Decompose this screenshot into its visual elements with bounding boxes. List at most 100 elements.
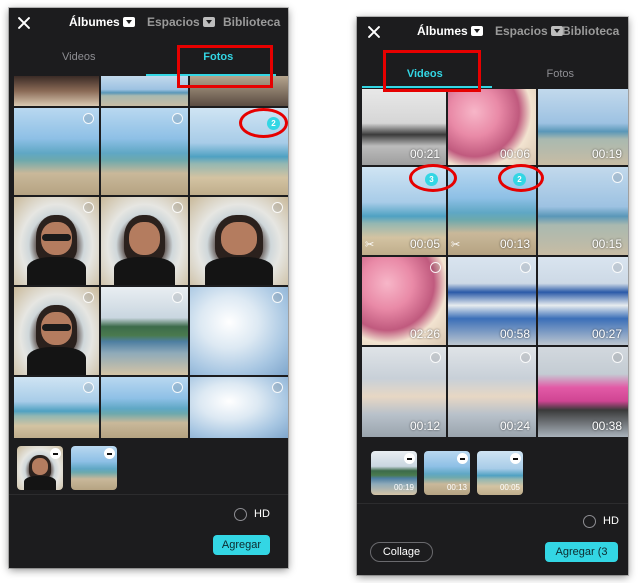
video-duration: 00:24 [499,419,530,433]
photo-thumb[interactable] [14,377,99,438]
tab-espacios-label: Espacios [147,15,200,29]
add-button[interactable]: Agregar [213,535,270,555]
select-circle-icon[interactable] [272,202,283,213]
scissors-icon[interactable]: ✂ [365,238,374,251]
photo-thumb[interactable] [14,287,99,375]
video-duration: 00:06 [499,147,530,161]
select-circle-icon[interactable] [272,382,283,393]
photo-thumb[interactable] [101,287,188,375]
photo-thumb[interactable] [190,377,288,438]
chevron-down-icon [122,17,135,27]
remove-icon[interactable] [404,453,415,464]
photo-content [204,256,274,285]
scissors-icon[interactable]: ✂ [451,238,460,251]
select-circle-icon[interactable] [612,262,623,273]
select-circle-icon[interactable] [272,292,283,303]
photo-content [31,458,49,476]
select-circle-icon[interactable] [430,352,441,363]
video-thumb[interactable]: 00:58 [448,257,536,345]
tab-videos[interactable]: Videos [9,38,149,76]
selected-thumb[interactable] [71,446,117,490]
tab-albumes[interactable]: Álbumes [417,24,483,38]
highlight-selection-badge-3 [409,164,457,192]
right-screen: Álbumes Espacios Biblioteca Videos Fotos… [357,17,628,575]
photo-content [128,221,161,256]
top-bar: Álbumes Espacios Biblioteca [9,8,288,38]
photo-thumb[interactable] [101,377,188,438]
hd-radio[interactable] [234,508,247,521]
chevron-down-icon [202,17,215,27]
collage-button[interactable]: Collage [370,542,433,562]
video-grid: 00:21 00:06 00:19 3 ✂ 00:05 2 ✂ 00:13 00… [357,89,628,441]
tab-espacios[interactable]: Espacios [495,24,563,38]
video-thumb[interactable]: 00:06 [448,89,536,165]
photo-thumb[interactable] [190,287,288,375]
video-thumb[interactable]: 00:38 [538,347,628,437]
photo-thumb[interactable] [14,108,99,195]
chevron-down-icon [470,26,483,36]
thumb-duration: 00:13 [446,483,467,492]
photo-thumb[interactable] [101,197,188,285]
video-duration: 00:05 [409,237,440,251]
video-thumb[interactable]: 00:12 [362,347,446,437]
chevron-down-icon [550,26,563,36]
photo-thumb[interactable] [14,76,99,106]
select-circle-icon[interactable] [612,352,623,363]
tab-biblioteca-label: Biblioteca [223,15,281,29]
photo-thumb[interactable] [190,197,288,285]
select-circle-icon[interactable] [612,172,623,183]
video-thumb[interactable]: 00:19 [538,89,628,165]
video-duration: 00:13 [499,237,530,251]
tab-fotos[interactable]: Fotos [493,55,629,93]
video-duration: 02:26 [409,327,440,341]
highlight-selection-badge-2 [498,164,544,192]
close-icon[interactable] [15,14,33,32]
tab-albumes-label: Álbumes [69,15,120,29]
select-circle-icon[interactable] [172,202,183,213]
remove-icon[interactable] [50,448,61,459]
add-button[interactable]: Agregar (3 [545,542,618,562]
selected-thumb[interactable]: 00:05 [477,451,523,495]
photo-content [42,323,71,331]
select-circle-icon[interactable] [520,352,531,363]
highlight-fotos-tab [177,45,273,88]
select-circle-icon[interactable] [172,113,183,124]
tab-albumes-label: Álbumes [417,24,468,38]
hd-label: HD [254,508,270,520]
remove-icon[interactable] [510,453,521,464]
remove-icon[interactable] [457,453,468,464]
video-thumb[interactable]: 02:26 [362,257,446,345]
selected-thumb[interactable]: 00:13 [424,451,470,495]
selected-thumb[interactable]: 00:19 [371,451,417,495]
video-duration: 00:12 [409,419,440,433]
video-thumb[interactable]: 00:15 [538,167,628,255]
select-circle-icon[interactable] [83,382,94,393]
selected-tray [9,438,288,494]
close-icon[interactable] [365,23,383,41]
video-thumb[interactable]: 00:27 [538,257,628,345]
select-circle-icon[interactable] [172,382,183,393]
tab-albumes[interactable]: Álbumes [69,15,135,29]
select-circle-icon[interactable] [83,292,94,303]
remove-icon[interactable] [104,448,115,459]
tab-biblioteca[interactable]: Biblioteca [223,15,280,29]
bottom-bar: HD Collage Agregar (3 [357,503,628,575]
select-circle-icon[interactable] [83,202,94,213]
tab-biblioteca[interactable]: Biblioteca [562,24,619,38]
select-circle-icon[interactable] [430,262,441,273]
select-circle-icon[interactable] [520,262,531,273]
select-circle-icon[interactable] [172,292,183,303]
select-circle-icon[interactable] [83,113,94,124]
tab-espacios[interactable]: Espacios [147,15,215,29]
photo-thumb[interactable] [101,108,188,195]
video-thumb[interactable]: 00:24 [448,347,536,437]
photo-thumb[interactable] [101,76,188,106]
photo-thumb[interactable] [14,197,99,285]
selected-thumb[interactable] [17,446,63,490]
video-duration: 00:15 [591,237,622,251]
video-thumb[interactable]: 00:21 [362,89,446,165]
thumb-duration: 00:05 [499,483,520,492]
hd-radio[interactable] [583,515,596,528]
video-duration: 00:38 [591,419,622,433]
photo-content [42,233,71,241]
